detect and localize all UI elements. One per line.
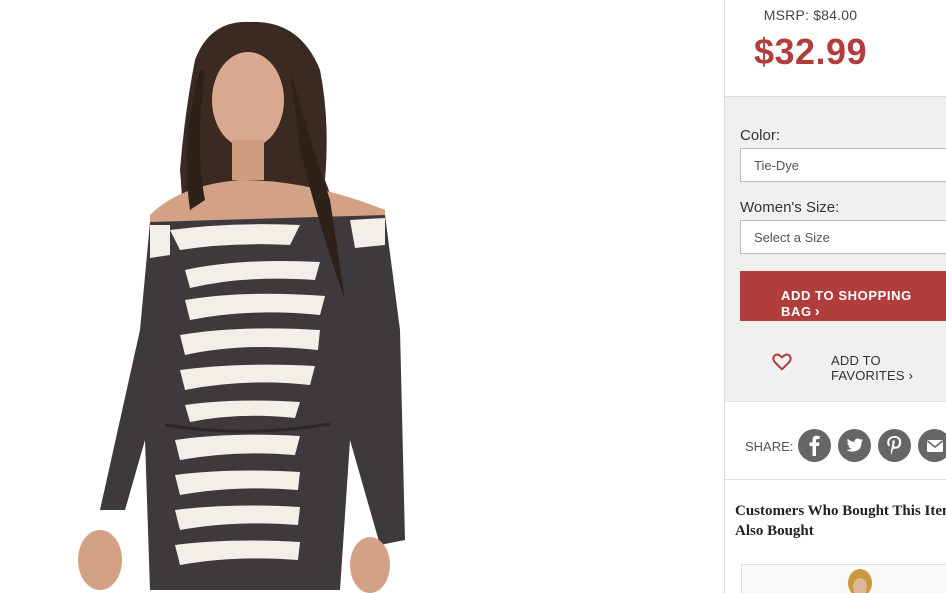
add-to-shopping-bag-button[interactable]: ADD TO SHOPPING BAG › (740, 271, 946, 321)
heart-icon[interactable] (771, 351, 793, 373)
share-row: SHARE: (725, 402, 946, 480)
size-label: Women's Size: (740, 199, 840, 216)
sale-price: $32.99 (753, 31, 868, 72)
add-to-favorites-row[interactable]: ADD TO FAVORITES › (740, 321, 946, 401)
purchase-sidebar: MSRP: $84.00 $32.99 Color: Tie-Dye Women… (724, 0, 946, 593)
pinterest-icon[interactable] (878, 429, 911, 462)
msrp-price: MSRP: $84.00 (763, 7, 858, 23)
product-image-area (0, 0, 724, 593)
also-bought-thumbnail[interactable] (741, 564, 946, 593)
also-bought-heading: Customers Who Bought This Item Also Boug… (735, 503, 946, 539)
price-box: MSRP: $84.00 $32.99 (725, 0, 946, 97)
options-panel: Color: Tie-Dye Women's Size: Select a Si… (725, 97, 946, 402)
add-to-bag-label: ADD TO SHOPPING BAG (781, 288, 912, 319)
twitter-icon[interactable] (838, 429, 871, 462)
thumbnail-image (848, 569, 872, 593)
add-to-favorites-link[interactable]: ADD TO FAVORITES › (831, 353, 946, 383)
email-icon[interactable] (918, 429, 946, 462)
product-photo[interactable] (0, 0, 724, 593)
size-select[interactable]: Select a Size (740, 220, 946, 254)
share-label: SHARE: (745, 439, 794, 454)
color-label: Color: (740, 127, 781, 144)
chevron-right-icon: › (814, 303, 821, 320)
color-select[interactable]: Tie-Dye (740, 148, 946, 182)
facebook-icon[interactable] (798, 429, 831, 462)
